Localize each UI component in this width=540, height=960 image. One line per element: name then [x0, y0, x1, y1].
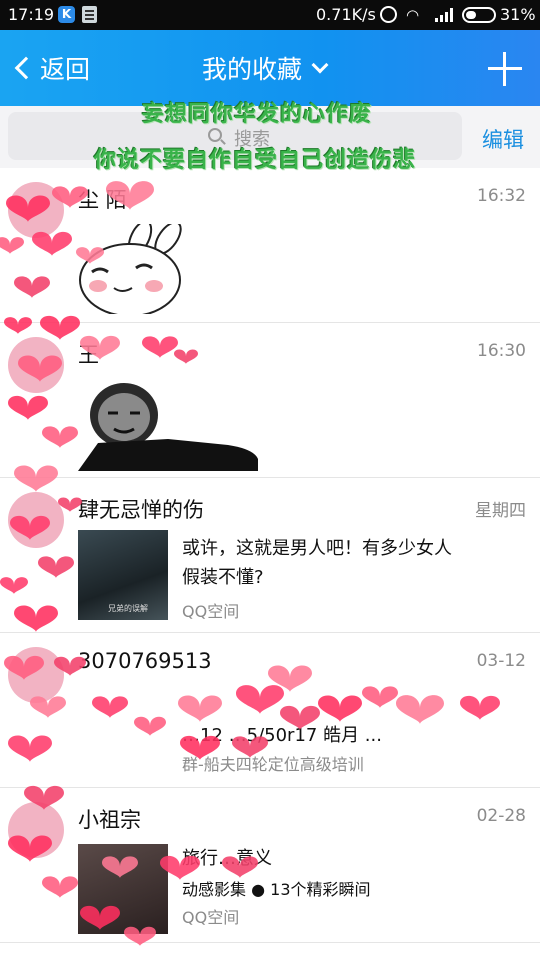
item-time: 星期四	[475, 501, 526, 521]
item-name: 尘 陌	[78, 188, 127, 212]
item-text: …12 …5/50r17 皓月 ...	[182, 725, 382, 746]
avatar	[8, 182, 64, 238]
item-source: 群-船夫四轮定位高级培训	[182, 755, 364, 774]
page-title: 我的收藏	[202, 55, 303, 84]
chevron-down-icon	[311, 56, 329, 74]
item-name: 小祖宗	[78, 808, 141, 832]
item-meta: 动感影集 ● 13个精彩瞬间	[182, 880, 371, 899]
video-thumbnail[interactable]: 兄弟的误解	[78, 530, 168, 620]
signal-icon	[435, 8, 455, 22]
back-label: 返回	[40, 55, 91, 84]
list-item[interactable]: 肆无忌惮的伤 星期四 兄弟的误解 或许，这就是男人吧！有多少女人 假装不懂? Q…	[0, 478, 540, 633]
title-bar: 返回 我的收藏	[0, 30, 540, 106]
plus-icon[interactable]	[488, 52, 522, 86]
lyric-line-2: 你说不要自作自受自己创造伤悲	[94, 148, 417, 173]
lyric-line-1: 妄想同你华发的心作废	[142, 102, 373, 127]
item-text-line-2: 假装不懂?	[182, 567, 264, 588]
status-time: 17:19	[8, 5, 55, 24]
item-time: 03-12	[476, 651, 526, 671]
item-name: 3070769513	[78, 649, 212, 673]
edit-button[interactable]: 编辑	[482, 124, 524, 154]
list-item[interactable]: 3070769513 03-12 …12 …5/50r17 皓月 ... 群-船…	[0, 633, 540, 788]
battery-icon	[462, 7, 496, 23]
page-title-dropdown[interactable]: 我的收藏	[202, 50, 329, 86]
k-app-icon: K	[58, 6, 75, 23]
wifi-icon: ◠	[406, 6, 420, 24]
photo-thumbnail[interactable]	[78, 844, 168, 934]
avatar	[8, 647, 64, 703]
favorites-list: 尘 陌 16:32 王 16:30 肆无忌惮的伤 星期四 兄弟的误解 或许，这就…	[0, 168, 540, 943]
alarm-icon	[380, 6, 397, 23]
item-time: 16:30	[477, 341, 526, 361]
item-title: 旅行…意义	[182, 848, 272, 869]
status-bar: 17:19 K 0.71K/s ◠ 31%	[0, 0, 540, 30]
list-item[interactable]: 王 16:30	[0, 323, 540, 478]
meme-sticker-image[interactable]	[78, 379, 262, 471]
avatar	[8, 492, 64, 548]
network-speed: 0.71K/s	[316, 5, 376, 24]
list-item[interactable]: 尘 陌 16:32	[0, 168, 540, 323]
item-text-line-1: 或许，这就是男人吧！有多少女人	[182, 538, 452, 559]
item-time: 02-28	[476, 806, 526, 826]
back-button[interactable]: 返回	[12, 50, 90, 86]
item-time: 16:32	[477, 186, 526, 206]
chevron-left-icon	[14, 56, 38, 80]
list-item[interactable]: 小祖宗 02-28 旅行…意义 动感影集 ● 13个精彩瞬间 QQ空间	[0, 788, 540, 943]
item-text: 或许，这就是男人吧！有多少女人 假装不懂?	[182, 534, 452, 592]
search-icon	[208, 128, 222, 142]
item-source: QQ空间	[182, 602, 240, 621]
rabbit-sticker-image[interactable]	[78, 224, 190, 314]
item-name: 王	[78, 343, 99, 367]
item-source: QQ空间	[182, 908, 240, 927]
battery-percent: 31%	[500, 5, 536, 24]
avatar	[8, 802, 64, 858]
item-name: 肆无忌惮的伤	[78, 498, 204, 522]
doc-icon	[82, 6, 97, 23]
avatar	[8, 337, 64, 393]
thumbnail-caption: 兄弟的误解	[108, 604, 148, 613]
